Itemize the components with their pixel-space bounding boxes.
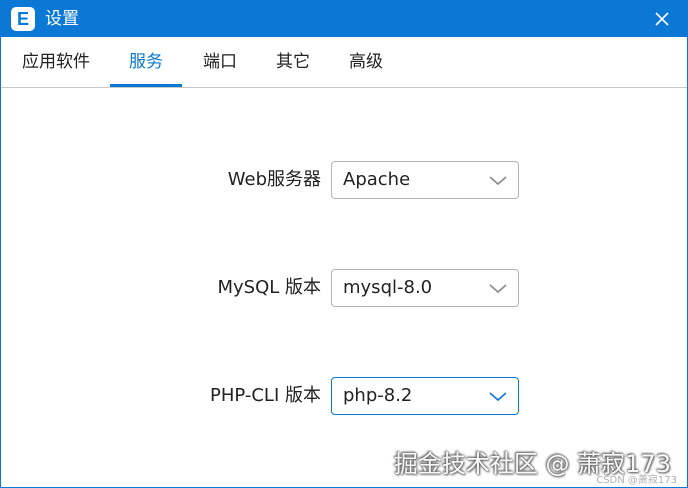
tab-bar: 应用软件 服务 端口 其它 高级 xyxy=(1,37,687,88)
tab-services[interactable]: 服务 xyxy=(110,37,182,87)
mysql-version-label: MySQL 版本 xyxy=(217,277,321,298)
title-bar: E 设置 xyxy=(1,1,687,37)
close-icon xyxy=(655,12,669,26)
tab-ports[interactable]: 端口 xyxy=(201,37,239,87)
web-server-label: Web服务器 xyxy=(227,169,321,190)
watermark-small-text: CSDN @萧寂173 xyxy=(596,475,677,486)
chevron-down-icon xyxy=(489,176,507,186)
close-button[interactable] xyxy=(647,4,677,34)
tab-services-label: 服务 xyxy=(129,52,163,72)
services-panel: Web服务器 Apache MySQL 版本 mysql-8.0 PHP-CLI… xyxy=(1,88,687,487)
php-cli-version-label: PHP-CLI 版本 xyxy=(210,385,321,406)
web-server-value: Apache xyxy=(343,169,411,190)
web-server-select[interactable]: Apache xyxy=(331,161,519,199)
mysql-version-select[interactable]: mysql-8.0 xyxy=(331,269,519,307)
mysql-version-value: mysql-8.0 xyxy=(343,277,433,298)
tab-advanced[interactable]: 高级 xyxy=(347,37,385,87)
php-cli-version-value: php-8.2 xyxy=(343,385,413,406)
chevron-down-icon xyxy=(489,284,507,294)
window-title: 设置 xyxy=(45,9,79,29)
php-cli-version-select[interactable]: php-8.2 xyxy=(331,377,519,415)
chevron-down-icon xyxy=(489,392,507,402)
tab-other[interactable]: 其它 xyxy=(274,37,312,87)
app-logo-icon: E xyxy=(11,7,35,31)
settings-window: E 设置 应用软件 服务 端口 其它 高级 Web服务器 Apache MySQ… xyxy=(0,0,688,488)
tab-apps[interactable]: 应用软件 xyxy=(20,37,92,87)
